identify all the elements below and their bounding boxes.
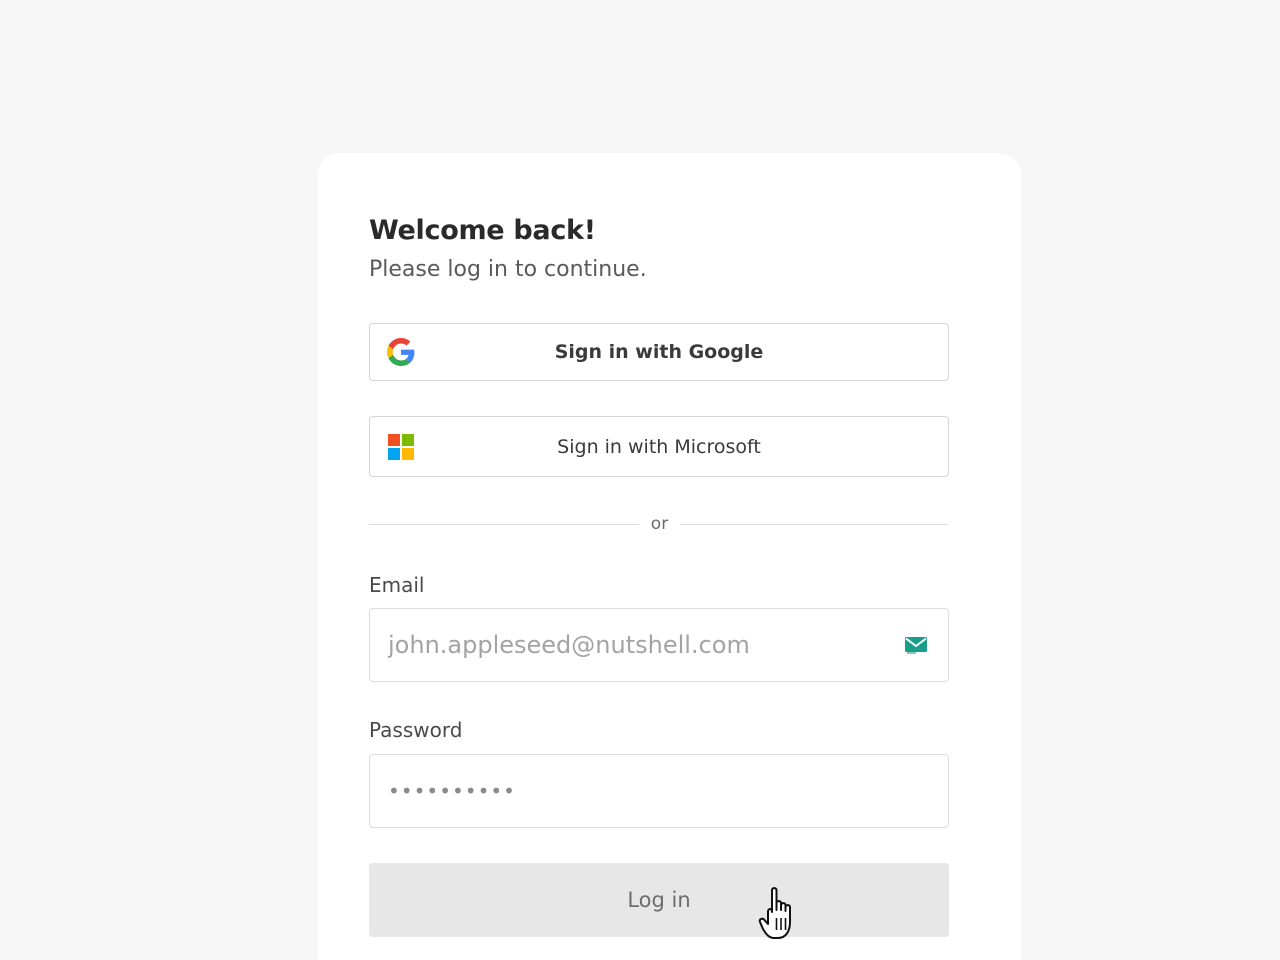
- email-extension-icon[interactable]: [904, 635, 928, 655]
- email-field[interactable]: [370, 609, 948, 681]
- page-subtitle: Please log in to continue.: [369, 257, 647, 282]
- divider-line-left: [369, 524, 639, 525]
- sign-in-google-button[interactable]: Sign in with Google: [369, 323, 949, 381]
- login-card: Welcome back! Please log in to continue.…: [318, 153, 1021, 960]
- login-button-label: Log in: [627, 888, 691, 912]
- password-field-container: [369, 754, 949, 828]
- divider-line-right: [680, 524, 949, 525]
- page: Welcome back! Please log in to continue.…: [0, 0, 1280, 960]
- sign-in-microsoft-button[interactable]: Sign in with Microsoft: [369, 416, 949, 477]
- password-label: Password: [369, 718, 463, 742]
- sign-in-google-label: Sign in with Google: [554, 341, 764, 363]
- login-button[interactable]: Log in: [369, 863, 949, 937]
- sign-in-microsoft-label: Sign in with Microsoft: [557, 435, 761, 458]
- page-title: Welcome back!: [369, 215, 596, 246]
- email-field-container: [369, 608, 949, 682]
- divider-or-text: or: [650, 514, 669, 534]
- hand-pointer-cursor: [758, 887, 791, 939]
- email-label: Email: [369, 573, 425, 597]
- password-field[interactable]: [370, 755, 948, 827]
